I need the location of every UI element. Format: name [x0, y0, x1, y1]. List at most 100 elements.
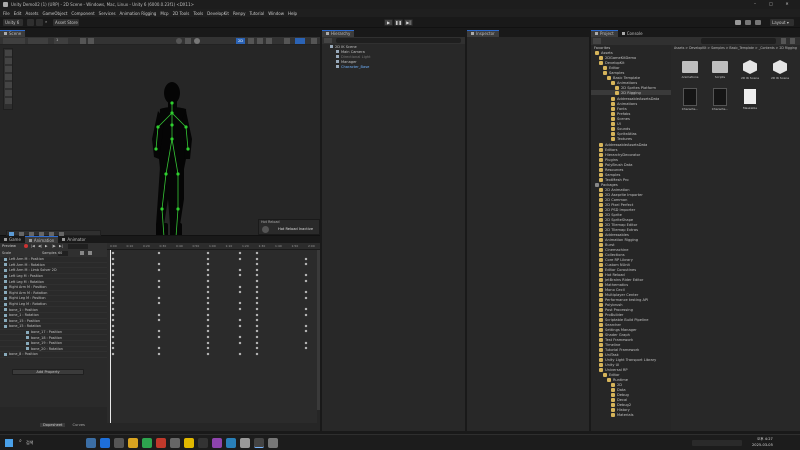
- samples-field[interactable]: 60: [58, 251, 68, 256]
- project-search-input[interactable]: [701, 38, 776, 44]
- keyframe[interactable]: [206, 324, 210, 328]
- scene-more-icon[interactable]: [311, 38, 317, 44]
- keyframe[interactable]: [255, 352, 259, 356]
- custom-tool-icon[interactable]: [5, 98, 12, 104]
- tab-hierarchy[interactable]: Hierarchy: [322, 29, 355, 37]
- property-row[interactable]: bone_8 : Position: [0, 352, 107, 358]
- tab-scene[interactable]: Scene: [0, 29, 26, 37]
- step-button[interactable]: ▶|: [404, 19, 413, 26]
- folder-item[interactable]: Materials: [591, 412, 671, 417]
- taskbar-search[interactable]: 검색: [26, 440, 33, 446]
- keyframe[interactable]: [157, 296, 161, 300]
- keyframe[interactable]: [238, 257, 242, 261]
- keyframe[interactable]: [238, 290, 242, 294]
- asset-tile[interactable]: Scripts: [707, 58, 733, 86]
- keyframe[interactable]: [304, 313, 308, 317]
- asset-tile[interactable]: Maskable: [737, 88, 763, 116]
- keyframe[interactable]: [255, 335, 259, 339]
- keyframe[interactable]: [238, 251, 242, 255]
- keyframe[interactable]: [304, 329, 308, 333]
- timeline-scrollbar[interactable]: [317, 250, 320, 410]
- keyframe[interactable]: [111, 273, 115, 277]
- keyframe[interactable]: [111, 251, 115, 255]
- layout-button[interactable]: Layout ▾: [770, 19, 794, 26]
- first-key-icon[interactable]: |◀: [31, 244, 35, 248]
- move-tool-icon[interactable]: [5, 58, 12, 64]
- project-create-button[interactable]: [593, 38, 601, 44]
- asset-store-button[interactable]: Asset Store ▾: [53, 19, 79, 32]
- menu-item[interactable]: Services: [99, 11, 116, 16]
- keyframe[interactable]: [255, 346, 259, 350]
- version-control-icon[interactable]: [36, 19, 43, 26]
- frame-field[interactable]: [68, 244, 88, 249]
- clock-date[interactable]: 2025-03-05: [752, 443, 773, 447]
- keyframe[interactable]: [255, 313, 259, 317]
- menu-item[interactable]: Help: [288, 11, 297, 16]
- character-sprite[interactable]: [140, 79, 210, 249]
- shading-mode-icon[interactable]: [176, 38, 182, 44]
- keyframe[interactable]: [238, 268, 242, 272]
- start-icon[interactable]: [5, 439, 13, 447]
- keyframe[interactable]: [255, 257, 259, 261]
- unity-taskbar-icon[interactable]: [254, 438, 264, 448]
- keyframe[interactable]: [206, 268, 210, 272]
- app-icon-9[interactable]: [198, 438, 208, 448]
- camera-settings-icon[interactable]: [284, 38, 290, 44]
- project-breadcrumb[interactable]: Assets > DevelopKit > Samples > Basic_Te…: [674, 46, 800, 51]
- keyframe[interactable]: [157, 318, 161, 322]
- keyframe[interactable]: [157, 279, 161, 283]
- gizmos-toggle[interactable]: [295, 38, 305, 44]
- keyframe[interactable]: [206, 352, 210, 356]
- keyframe[interactable]: [255, 290, 259, 294]
- app-icon-5[interactable]: [142, 438, 152, 448]
- keyframe[interactable]: [157, 313, 161, 317]
- keyframe[interactable]: [304, 307, 308, 311]
- keyframe[interactable]: [111, 296, 115, 300]
- keyframe[interactable]: [157, 335, 161, 339]
- keyframe[interactable]: [304, 296, 308, 300]
- dopesheet-tab[interactable]: Dopesheet: [40, 423, 66, 427]
- filter-icon[interactable]: [781, 38, 786, 44]
- hierarchy-item[interactable]: Character_Base: [322, 64, 465, 69]
- render-mode-icon[interactable]: [185, 38, 191, 44]
- menu-item[interactable]: Mcp: [160, 11, 168, 16]
- app-icon-10[interactable]: [212, 438, 222, 448]
- app-icon-4[interactable]: [128, 438, 138, 448]
- menu-item[interactable]: DevelopKit: [207, 11, 229, 16]
- menu-item[interactable]: GameObject: [42, 11, 67, 16]
- keyframe[interactable]: [255, 279, 259, 283]
- keyframe[interactable]: [238, 341, 242, 345]
- app-icon-12[interactable]: [240, 438, 250, 448]
- last-key-icon[interactable]: ▶|: [59, 244, 63, 248]
- keyframe[interactable]: [111, 257, 115, 261]
- app-icon-6[interactable]: [156, 438, 166, 448]
- keyframe[interactable]: [111, 279, 115, 283]
- keyframe[interactable]: [304, 290, 308, 294]
- keyframe[interactable]: [111, 318, 115, 322]
- add-property-button[interactable]: Add Property: [12, 369, 84, 375]
- keyframe[interactable]: [111, 329, 115, 333]
- keyframe[interactable]: [206, 262, 210, 266]
- wireframe-icon[interactable]: [194, 38, 200, 44]
- hot-reload-status[interactable]: Hot Reload Inactive: [278, 227, 313, 231]
- account-button[interactable]: Unity 6: [3, 19, 23, 26]
- keyframe[interactable]: [206, 318, 210, 322]
- preview-toggle[interactable]: Preview: [2, 244, 16, 248]
- keyframe[interactable]: [206, 335, 210, 339]
- asset-tile[interactable]: 2D IK Scene: [737, 58, 763, 86]
- maximize-button[interactable]: □: [764, 1, 778, 8]
- menu-item[interactable]: Tutorial: [249, 11, 264, 16]
- tab-animation[interactable]: Animation: [24, 236, 59, 243]
- taskbar-search-icon[interactable]: ⌕: [19, 438, 22, 444]
- keyframe[interactable]: [238, 301, 242, 305]
- rect-tool-icon[interactable]: [5, 82, 12, 88]
- app-icon-2[interactable]: [100, 438, 110, 448]
- keyframe[interactable]: [304, 273, 308, 277]
- menu-item[interactable]: Edit: [14, 11, 22, 16]
- view-2d-toggle[interactable]: 2D: [236, 38, 245, 44]
- keyframe[interactable]: [111, 335, 115, 339]
- folder-item[interactable]: Textures: [591, 136, 671, 141]
- menu-item[interactable]: Assets: [25, 11, 38, 16]
- keyframe[interactable]: [206, 346, 210, 350]
- keyframe[interactable]: [304, 257, 308, 261]
